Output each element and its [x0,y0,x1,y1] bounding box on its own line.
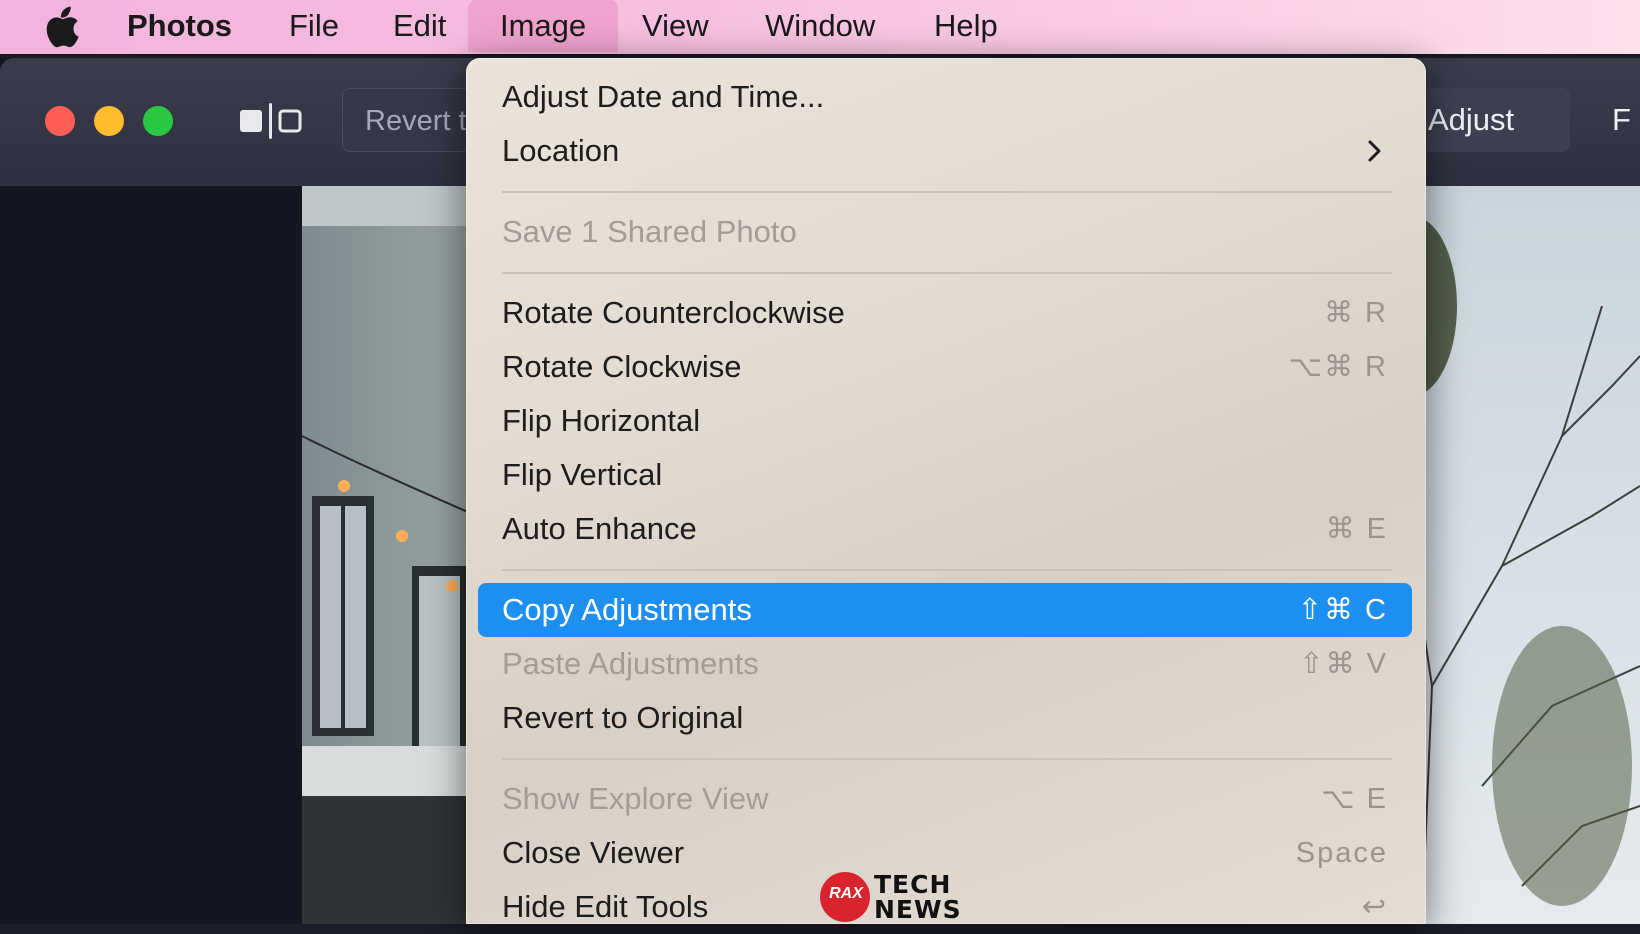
menu-item-label: Location [502,133,620,168]
menu-edit[interactable]: Edit [393,0,446,52]
tab-filters[interactable]: F [1612,88,1640,152]
menu-app-photos[interactable]: Photos [127,0,232,52]
menu-separator [502,758,1392,760]
menu-item-label: Flip Vertical [502,457,663,492]
menu-item-shortcut: ⌘ E [1325,513,1388,545]
menu-image[interactable]: Image [468,0,619,52]
compare-view-icon[interactable] [238,103,304,139]
menu-item-show-explore-view: Show Explore View ⌥ E [478,772,1412,826]
image-menu-dropdown: Adjust Date and Time... Location Save 1 … [466,58,1426,924]
menu-item-label: Rotate Counterclockwise [502,295,845,330]
watermark-word-news: NEWS [874,895,962,924]
menu-item-label: Rotate Clockwise [502,349,742,384]
menu-item-label: Copy Adjustments [502,592,752,627]
menu-item-copy-adjustments[interactable]: Copy Adjustments ⇧⌘ C [478,583,1412,637]
menu-item-label: Save 1 Shared Photo [502,214,797,249]
menu-item-shortcut: ⌥ E [1321,783,1388,815]
menu-item-shortcut: ↩ [1361,891,1388,923]
watermark-badge-text: RAX [829,885,863,902]
menu-view[interactable]: View [642,0,709,52]
menu-item-label: Flip Horizontal [502,403,701,438]
menu-item-label: Paste Adjustments [502,646,759,681]
menu-item-label: Revert to Original [502,700,744,735]
menu-item-adjust-date-time[interactable]: Adjust Date and Time... [478,70,1412,124]
revert-button[interactable]: Revert t [342,88,482,152]
menu-item-label: Show Explore View [502,781,769,816]
apple-logo-icon[interactable] [42,6,80,48]
menu-item-label: Adjust Date and Time... [502,79,825,114]
menu-item-label: Close Viewer [502,835,685,870]
menu-item-location[interactable]: Location [478,124,1412,178]
menu-item-shortcut: Space [1295,837,1388,869]
menu-item-shortcut: ⇧⌘ C [1297,594,1388,626]
menu-separator [502,272,1392,274]
menu-item-rotate-clockwise[interactable]: Rotate Clockwise ⌥⌘ R [478,340,1412,394]
menu-item-shortcut: ⌘ R [1324,297,1388,329]
menu-item-revert-to-original[interactable]: Revert to Original [478,691,1412,745]
menu-item-label: Hide Edit Tools [502,889,709,924]
menu-item-auto-enhance[interactable]: Auto Enhance ⌘ E [478,502,1412,556]
watermark-logo: RAX TECH NEWS [820,870,990,926]
chevron-right-icon [1368,140,1381,162]
menu-separator [502,569,1392,571]
menu-window[interactable]: Window [765,0,875,52]
menu-item-label: Auto Enhance [502,511,697,546]
menu-item-shortcut: ⌥⌘ R [1288,351,1388,383]
menu-item-rotate-counterclockwise[interactable]: Rotate Counterclockwise ⌘ R [478,286,1412,340]
watermark-word-tech: TECH [874,870,952,899]
minimize-window-button[interactable] [94,106,124,136]
menu-item-flip-horizontal[interactable]: Flip Horizontal [478,394,1412,448]
menu-item-flip-vertical[interactable]: Flip Vertical [478,448,1412,502]
menu-help[interactable]: Help [934,0,998,52]
menu-item-shortcut: ⇧⌘ V [1299,648,1388,680]
zoom-window-button[interactable] [143,106,173,136]
menu-item-paste-adjustments: Paste Adjustments ⇧⌘ V [478,637,1412,691]
menu-item-save-shared-photo: Save 1 Shared Photo [478,205,1412,259]
menu-separator [502,191,1392,193]
menu-file[interactable]: File [289,0,339,52]
close-window-button[interactable] [45,106,75,136]
menu-bar: Photos File Edit Image View Window Help [0,0,1640,54]
